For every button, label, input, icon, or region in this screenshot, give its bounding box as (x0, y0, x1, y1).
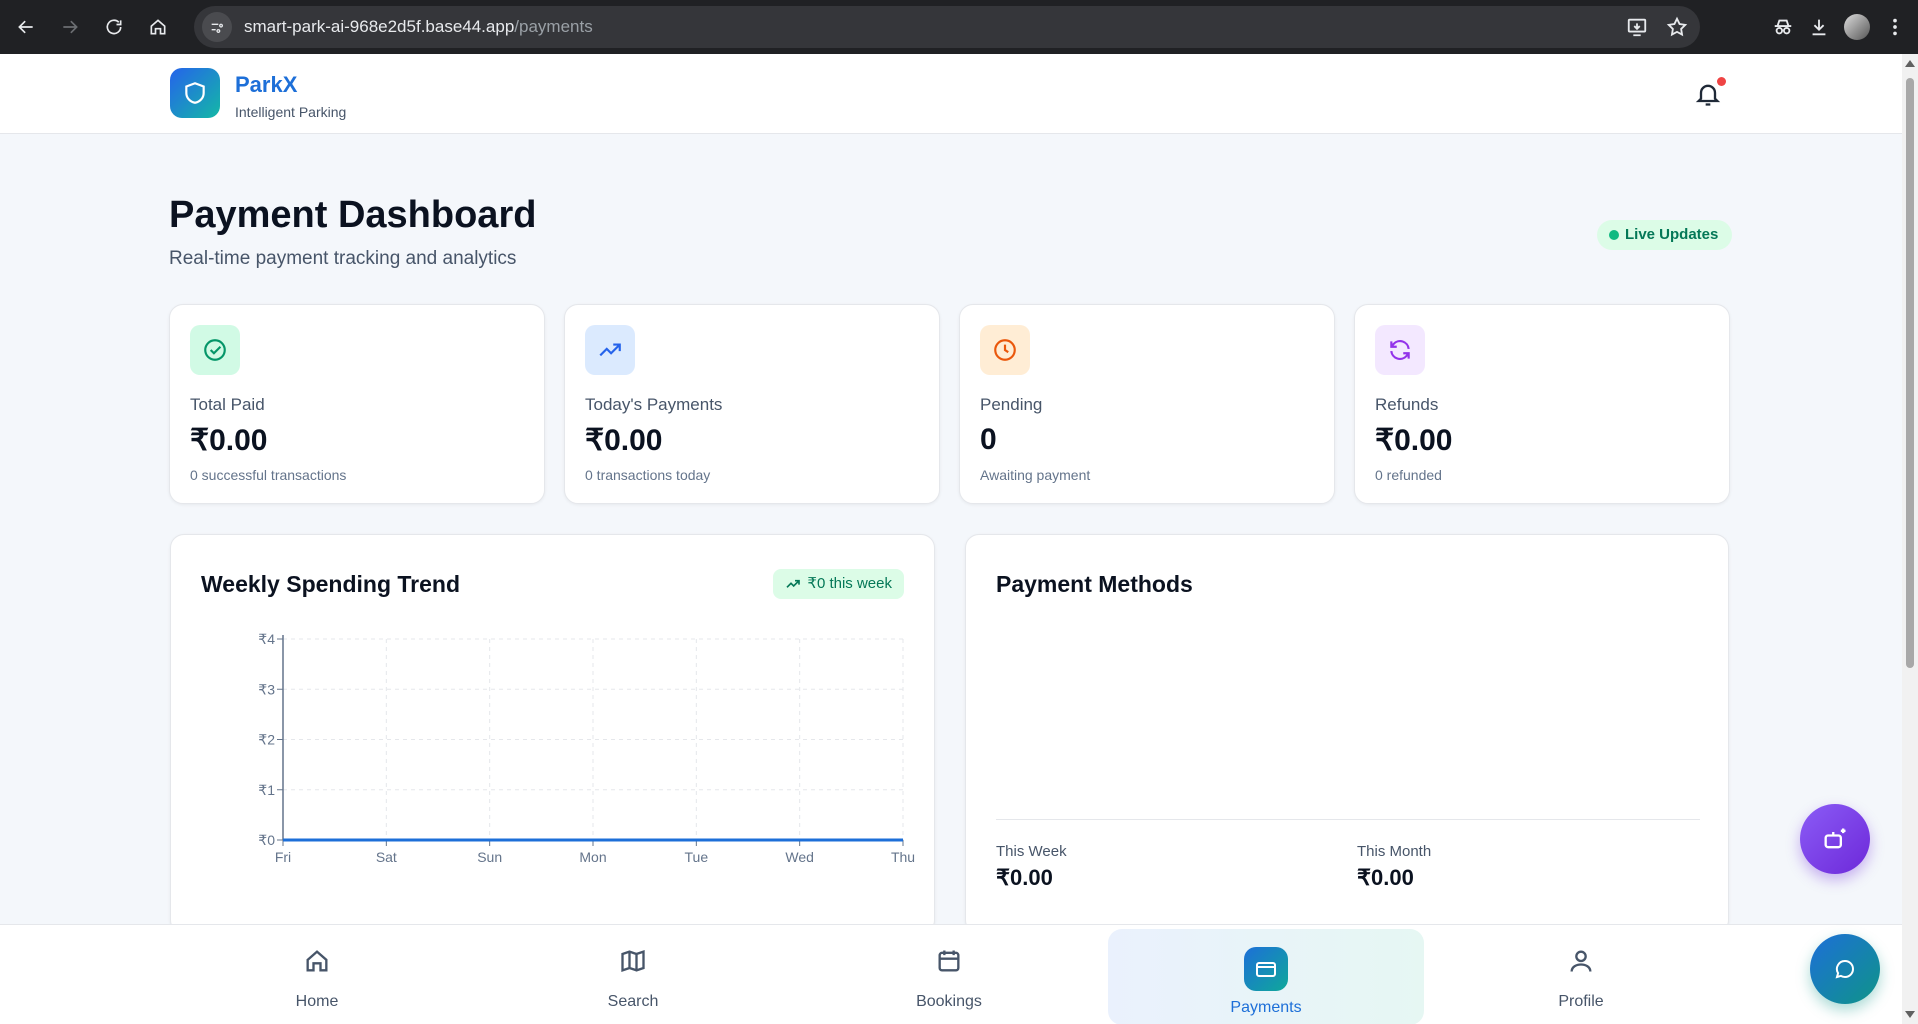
notification-dot (1717, 77, 1726, 86)
credit-card-icon (1244, 947, 1288, 991)
scroll-thumb[interactable] (1906, 78, 1914, 668)
x-tick-label: Tue (685, 849, 709, 865)
app-header: ParkX Intelligent Parking (0, 54, 1902, 134)
stat-label: Today's Payments (585, 395, 723, 414)
home-browser-icon (150, 19, 166, 35)
arrow-right-icon (63, 20, 78, 34)
stat-note: 0 transactions today (585, 467, 711, 483)
x-tick-label: Fri (275, 849, 291, 865)
user-icon (1570, 950, 1592, 972)
x-tick-label: Sat (376, 849, 397, 865)
nav-label: Search (607, 993, 659, 1010)
y-tick-label: ₹1 (258, 782, 275, 798)
bottom-nav: Home Search Bookings Payments Profile (0, 924, 1902, 1024)
brand-name[interactable]: ParkX (235, 72, 297, 98)
arrow-left-icon (18, 20, 33, 34)
shield-logo-icon[interactable] (170, 68, 220, 118)
address-bar[interactable]: smart-park-ai-968e2d5f.base44.app/paymen… (194, 6, 1700, 48)
check-circle-icon (190, 325, 240, 375)
stat-label: Pending (980, 395, 1043, 414)
x-tick-label: Sun (477, 849, 502, 865)
y-tick-label: ₹2 (258, 732, 275, 748)
brand-tagline: Intelligent Parking (235, 104, 347, 120)
stat-card-total-paid: Total Paid ₹0.00 0 successful transactio… (169, 304, 545, 504)
home-browser-button[interactable] (140, 9, 176, 45)
payment-methods-divider (996, 819, 1700, 820)
scroll-up-arrow[interactable] (1905, 60, 1915, 67)
home-icon (306, 950, 328, 972)
stat-value: ₹0.00 (585, 424, 663, 457)
reload-icon (106, 19, 122, 35)
back-button[interactable] (8, 9, 44, 45)
stat-value: 0 (980, 423, 997, 456)
url-host: smart-park-ai-968e2d5f.base44.app (244, 17, 515, 36)
nav-item-search[interactable]: Search (475, 925, 791, 1024)
downloads-icon[interactable] (1808, 16, 1830, 38)
x-tick-label: Thu (891, 849, 915, 865)
clock-icon (980, 325, 1030, 375)
stat-value: ₹0.00 (190, 424, 268, 457)
page-title: Payment Dashboard (169, 194, 537, 236)
reload-button[interactable] (96, 9, 132, 45)
stat-label: Total Paid (190, 395, 265, 414)
install-app-icon[interactable] (1626, 16, 1648, 38)
refresh-icon (1375, 325, 1425, 375)
profile-avatar[interactable] (1844, 14, 1870, 40)
bookmark-star-icon[interactable] (1666, 16, 1688, 38)
map-icon (621, 950, 645, 972)
page-subtitle: Real-time payment tracking and analytics (169, 248, 517, 269)
y-tick-label: ₹3 (258, 681, 275, 697)
this-month-value: ₹0.00 (1357, 865, 1414, 890)
stat-label: Refunds (1375, 395, 1439, 414)
nav-label: Profile (1558, 993, 1604, 1010)
nav-item-payments[interactable]: Payments (1108, 929, 1424, 1024)
this-week-label: This Week (996, 843, 1067, 860)
this-month-label: This Month (1357, 843, 1432, 860)
y-tick-label: ₹4 (258, 631, 275, 647)
x-tick-label: Wed (785, 849, 814, 865)
sparkle-bot-icon (1824, 828, 1846, 849)
weekly-spending-chart: ₹0 ₹1 ₹2 ₹3 ₹4 Fri Sat Sun Mon Tue Wed Thu (258, 631, 915, 865)
nav-item-profile[interactable]: Profile (1423, 925, 1739, 1024)
ai-assistant-button[interactable] (1800, 804, 1870, 874)
payment-methods-title: Payment Methods (996, 571, 1193, 597)
stat-value: ₹0.00 (1375, 424, 1453, 457)
stat-card-pending: Pending 0 Awaiting payment (959, 304, 1335, 504)
url-text: smart-park-ai-968e2d5f.base44.app/paymen… (244, 17, 593, 37)
stat-note: 0 refunded (1375, 467, 1442, 483)
browser-toolbar: smart-park-ai-968e2d5f.base44.app/paymen… (0, 0, 1918, 54)
stat-note: Awaiting payment (980, 467, 1091, 483)
live-dot (1609, 230, 1619, 240)
incognito-icon[interactable] (1772, 16, 1794, 38)
nav-label: Payments (1230, 999, 1302, 1016)
live-updates-badge: Live Updates (1597, 220, 1733, 250)
message-circle-icon (1835, 959, 1854, 979)
nav-item-bookings[interactable]: Bookings (791, 925, 1107, 1024)
nav-label: Home (295, 993, 339, 1010)
stat-note: 0 successful transactions (190, 467, 347, 483)
menu-dots-icon[interactable] (1884, 16, 1906, 38)
weekly-spending-panel: Weekly Spending Trend ₹0 this week ₹0 ₹1 ₹… (170, 534, 935, 934)
page-scrollbar[interactable] (1902, 54, 1918, 1024)
this-week-value: ₹0.00 (996, 865, 1053, 890)
payment-methods-panel: Payment Methods This Week ₹0.00 This Mon… (965, 534, 1729, 934)
y-tick-label: ₹0 (258, 832, 275, 848)
calendar-icon (938, 950, 960, 972)
nav-item-home[interactable]: Home (159, 925, 475, 1024)
x-tick-label: Mon (579, 849, 606, 865)
forward-button[interactable] (52, 9, 88, 45)
stat-card-refunds: Refunds ₹0.00 0 refunded (1354, 304, 1730, 504)
trending-up-icon (585, 325, 635, 375)
nav-label: Bookings (916, 993, 982, 1010)
scroll-down-arrow[interactable] (1905, 1011, 1915, 1018)
site-info-icon[interactable] (202, 12, 232, 42)
live-updates-label: Live Updates (1625, 226, 1719, 243)
stat-card-todays-payments: Today's Payments ₹0.00 0 transactions to… (564, 304, 940, 504)
chat-button[interactable] (1810, 934, 1880, 1004)
url-path: /payments (514, 17, 593, 36)
